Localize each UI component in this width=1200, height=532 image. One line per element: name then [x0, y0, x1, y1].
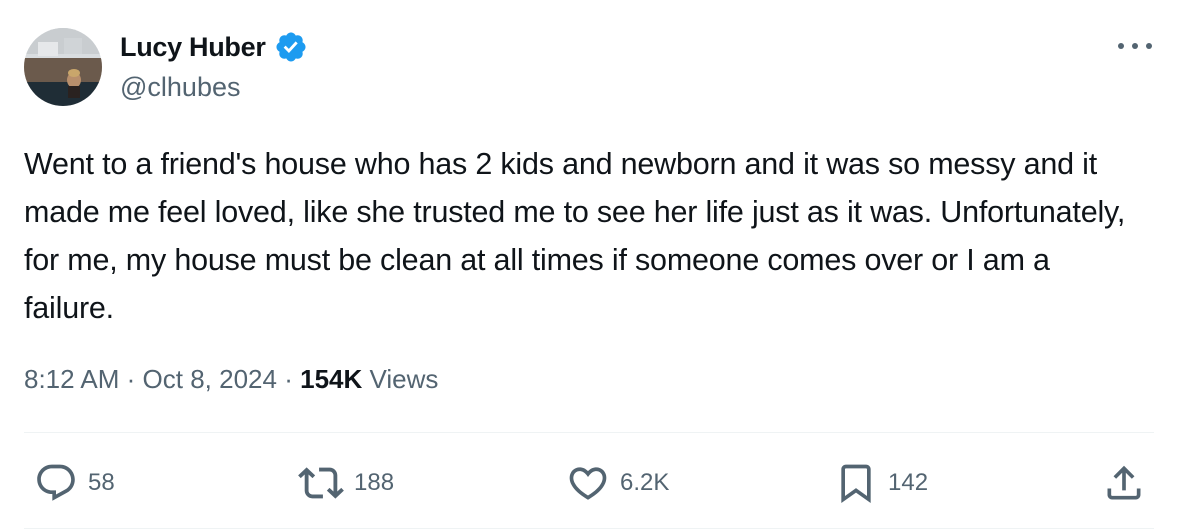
handle[interactable]: @clhubes	[120, 72, 240, 103]
avatar[interactable]	[24, 28, 102, 106]
retweet-button[interactable]: 188	[298, 458, 394, 508]
reply-count: 58	[88, 469, 115, 496]
meta-separator: ·	[126, 364, 136, 394]
views-label: Views	[369, 364, 439, 394]
verified-badge-icon[interactable]	[274, 30, 308, 64]
tweet-text: Went to a friend's house who has 2 kids …	[24, 147, 1126, 325]
share-button[interactable]	[1102, 458, 1146, 508]
avatar-photo	[24, 28, 102, 106]
divider	[24, 528, 1154, 529]
bookmark-count: 142	[888, 469, 929, 496]
heart-icon	[569, 467, 607, 500]
more-dot	[1132, 43, 1138, 49]
more-dot	[1118, 43, 1124, 49]
retweet-icon	[298, 467, 344, 499]
views-count: 154K	[300, 364, 363, 394]
divider	[24, 432, 1154, 433]
tweet-time[interactable]: 8:12 AM	[24, 364, 119, 394]
more-options-icon[interactable]	[1118, 40, 1152, 52]
meta-separator: ·	[284, 364, 293, 394]
bookmark-icon	[841, 464, 871, 504]
like-count: 6.2K	[620, 469, 670, 496]
tweet-meta: 8:12 AM · Oct 8, 2024 · 154K Views	[24, 364, 438, 395]
share-icon	[1107, 465, 1141, 500]
tweet-date[interactable]: Oct 8, 2024	[143, 364, 277, 394]
action-bar: 58 188 6.2K 142	[0, 458, 1200, 508]
author-name-row[interactable]: Lucy Huber	[120, 30, 308, 64]
more-dot	[1146, 43, 1152, 49]
reply-button[interactable]: 58	[34, 458, 115, 508]
retweet-count: 188	[354, 469, 395, 496]
display-name[interactable]: Lucy Huber	[120, 32, 266, 63]
reply-icon	[37, 464, 75, 501]
bookmark-button[interactable]: 142	[834, 458, 928, 508]
like-button[interactable]: 6.2K	[566, 458, 669, 508]
